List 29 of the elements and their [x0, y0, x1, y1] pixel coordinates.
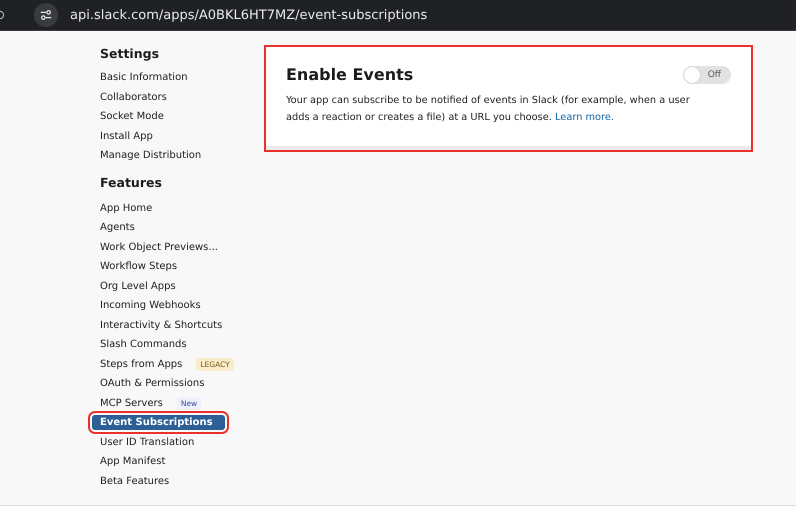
- sidebar-item[interactable]: Workflow Steps: [92, 259, 186, 274]
- address-field[interactable]: api.slack.com/apps/A0BKL6HT7MZ/event-subscriptions: [70, 8, 428, 22]
- toggle-switch[interactable]: Off: [683, 66, 731, 84]
- learn-more-link[interactable]: Learn more.: [555, 112, 614, 123]
- sidebar-item[interactable]: Steps from Apps: [92, 356, 190, 372]
- card-title: Enable Events: [286, 65, 414, 84]
- sidebar-item[interactable]: Interactivity & Shortcuts: [92, 318, 230, 333]
- sidebar-item[interactable]: User ID Translation: [92, 434, 202, 450]
- sidebar-item[interactable]: App Manifest: [92, 454, 174, 470]
- sidebar-item[interactable]: MCP Servers: [92, 396, 171, 411]
- site-settings-icon[interactable]: [34, 3, 58, 27]
- description: Your app can subscribe to be notified of events in Slack (for example, when a user adds a reaction or creates a file) at a URL you choose. Learn more.: [286, 94, 691, 125]
- sidebar-item[interactable]: Event Subscriptions: [92, 415, 225, 430]
- sidebar-item[interactable]: Collaborators: [92, 90, 175, 105]
- sidebar-item[interactable]: App Home: [92, 200, 160, 216]
- sidebar-item[interactable]: Work Object Previews...: [92, 240, 226, 255]
- sidebar-item[interactable]: Manage Distribution: [92, 148, 210, 164]
- sidebar-item[interactable]: Incoming Webhooks: [92, 298, 209, 314]
- sidebar-item[interactable]: Socket Mode: [92, 109, 172, 124]
- sidebar-item[interactable]: Basic Information: [92, 70, 196, 86]
- sidebar-heading: Settings: [99, 45, 160, 63]
- sidebar-item[interactable]: OAuth & Permissions: [92, 376, 212, 392]
- sidebar-item[interactable]: Org Level Apps: [92, 278, 184, 294]
- reload-icon[interactable]: [0, 8, 6, 22]
- sidebar-item[interactable]: Install App: [92, 128, 161, 144]
- sidebar-heading: Features: [99, 174, 163, 192]
- sidebar-item[interactable]: Beta Features: [92, 474, 178, 489]
- sidebar-item[interactable]: Agents: [92, 220, 143, 236]
- sidebar-item[interactable]: Slash Commands: [92, 337, 195, 352]
